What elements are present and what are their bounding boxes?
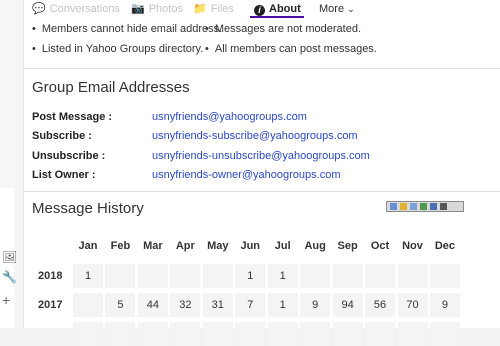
history-cell[interactable]: 9 [300,293,331,317]
history-cell [105,264,136,288]
group-email-heading: Group Email Addresses [32,79,190,96]
history-cell [235,322,266,346]
history-cell [397,264,428,288]
message-history-heading: Message History [32,200,144,217]
tab-files[interactable]: 📁 Files [193,1,234,17]
history-cell[interactable]: 31 [202,293,233,317]
divider [24,68,500,69]
month-header: Jan [78,240,98,252]
chat-icon: 💬 [32,3,46,15]
divider [24,191,500,192]
history-cell [300,322,331,346]
setting-item: • Members cannot hide email address. [32,23,223,35]
tab-photos[interactable]: 📷 Photos [131,1,183,17]
unsubscribe-link[interactable]: usnyfriends-unsubscribe@yahoogroups.com [152,150,370,162]
month-header: May [207,240,229,252]
setting-item: • All members can post messages. [205,43,377,55]
toolbar-icon[interactable] [430,203,437,210]
history-cell [170,264,201,288]
year-label: 2018 [38,270,63,282]
history-cell [267,322,298,346]
plus-icon[interactable]: + [2,292,10,308]
history-cell [105,322,136,346]
main-panel: 💬 Conversations 📷 Photos 📁 Files i About Mor… [24,0,500,346]
month-header: Jul [274,240,291,252]
toolbar-icon[interactable] [440,203,447,210]
history-cell [332,264,363,288]
history-cell[interactable]: 1 [73,264,103,288]
month-header: Apr [175,240,195,252]
month-header: Aug [304,240,326,252]
toolbar-icon[interactable] [390,203,397,210]
month-header: Mar [143,240,163,252]
history-cell [429,322,460,346]
tab-more[interactable]: More ⌄ [319,1,355,17]
setting-item: • Messages are not moderated. [205,23,361,35]
tab-conversations[interactable]: 💬 Conversations [32,1,120,17]
history-cell [397,322,428,346]
toolbar-icon[interactable] [420,203,427,210]
folder-icon: 📁 [193,3,207,15]
year-label: 2017 [38,299,63,311]
month-header: Dec [434,240,456,252]
history-cell[interactable]: 56 [365,293,396,317]
group-settings: • Members cannot hide email address. • Lis… [24,20,500,68]
wrench-icon[interactable]: 🔧 [2,270,17,284]
history-cell [300,264,331,288]
history-cell [170,322,201,346]
history-cell[interactable]: 1 [235,264,266,288]
history-cell [332,322,363,346]
active-tab-indicator [250,16,304,18]
history-cell [202,264,233,288]
toolbar-icon[interactable] [400,203,407,210]
history-cell[interactable]: 94 [332,293,363,317]
history-cell[interactable]: 1 [267,293,298,317]
history-cell [73,322,103,346]
month-header: Feb [110,240,131,252]
tab-about[interactable]: i About [254,1,301,17]
history-cell[interactable]: 5 [105,293,136,317]
toolbar-icon[interactable] [410,203,417,210]
setting-item: • Listed in Yahoo Groups directory. [32,43,204,55]
info-icon: i [254,5,265,16]
chevron-down-icon: ⌄ [347,4,355,14]
month-header: Nov [402,240,423,252]
floating-toolbar[interactable] [386,201,464,212]
month-header: Jun [240,240,261,252]
history-cell [73,293,103,317]
left-sidebar: 🖼 🔧 + [0,0,24,328]
history-cell[interactable]: 7 [235,293,266,317]
history-cell [365,264,396,288]
tab-bar: 💬 Conversations 📷 Photos 📁 Files i About Mor… [24,0,500,18]
list-owner-link[interactable]: usnyfriends-owner@yahoogroups.com [152,169,340,181]
post-message-link[interactable]: usnyfriends@yahoogroups.com [152,111,307,123]
subscribe-link[interactable]: usnyfriends-subscribe@yahoogroups.com [152,130,358,142]
history-cell [429,264,460,288]
history-cell [137,322,168,346]
history-cell[interactable]: 44 [137,293,168,317]
camera-icon: 📷 [131,3,145,15]
month-header: Oct [370,240,390,252]
month-header: Sep [337,240,358,252]
history-cell[interactable]: 70 [397,293,428,317]
images-icon[interactable]: 🖼 [2,250,17,264]
history-cell[interactable]: 9 [429,293,460,317]
history-cell [365,322,396,346]
history-cell[interactable]: 1 [267,264,298,288]
history-cell [137,264,168,288]
history-cell [202,322,233,346]
history-cell[interactable]: 32 [170,293,201,317]
